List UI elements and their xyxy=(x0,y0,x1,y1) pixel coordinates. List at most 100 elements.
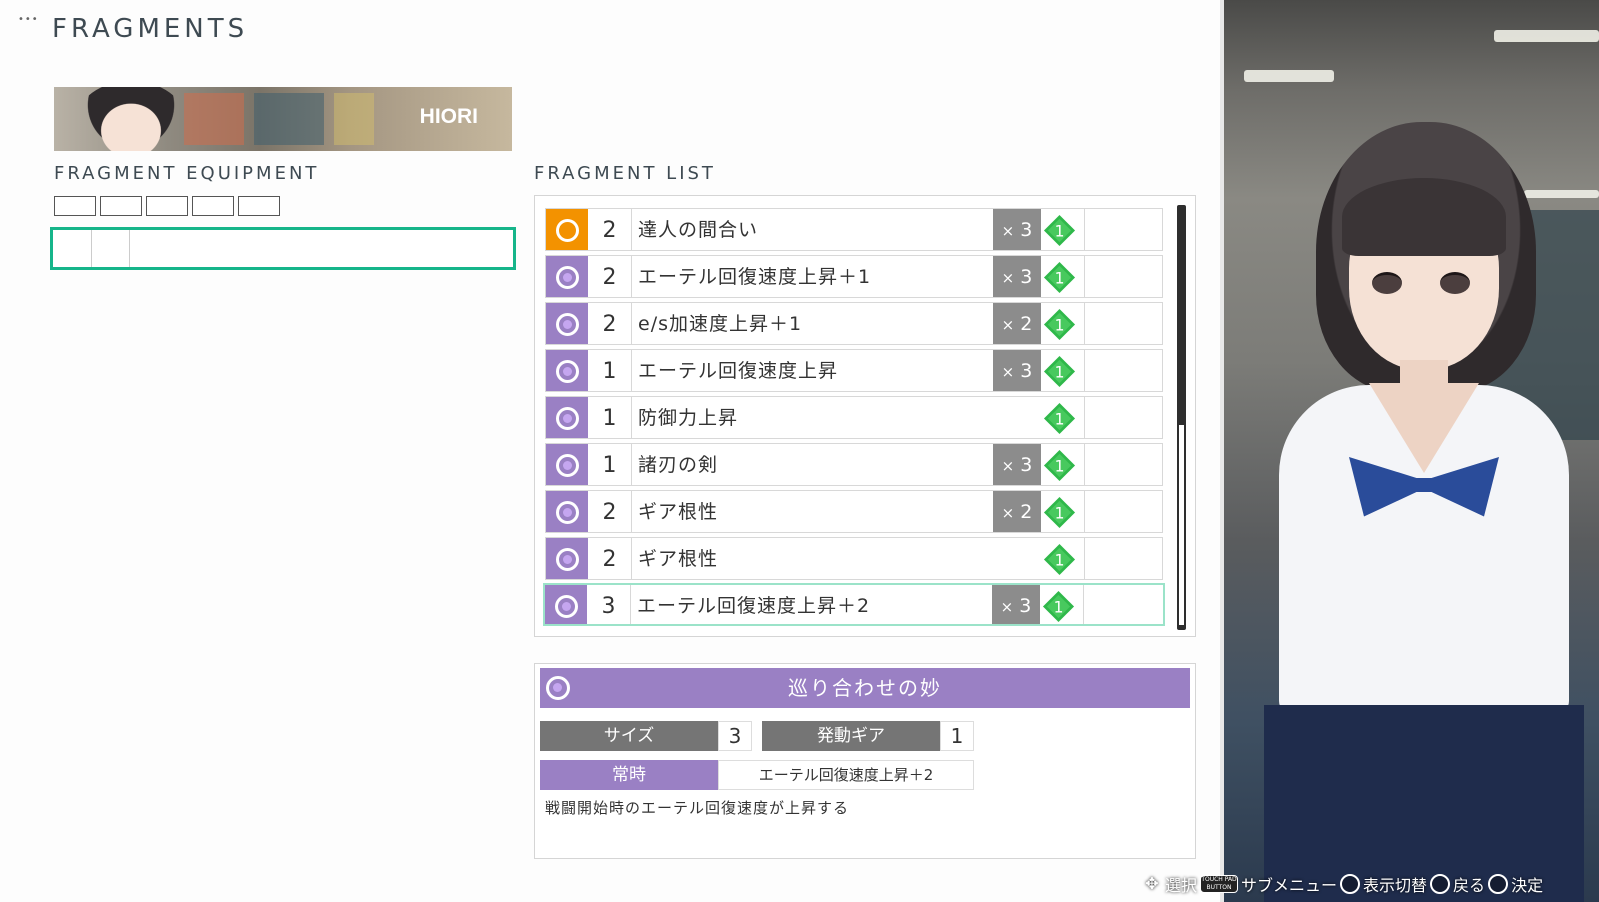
orange-ring-icon xyxy=(546,209,588,250)
gear-level-icon: 1 xyxy=(1043,449,1076,482)
character-bangs xyxy=(1342,178,1506,256)
svg-text:1: 1 xyxy=(1055,457,1065,475)
purple-ring-icon xyxy=(546,538,588,579)
fragment-count: × 3 xyxy=(993,444,1041,485)
ceiling-light xyxy=(1494,30,1599,42)
fragment-description: 戦闘開始時のエーテル回復速度が上昇する xyxy=(545,799,850,817)
fragment-name: エーテル回復速度上昇 xyxy=(638,360,839,382)
character-art xyxy=(1224,0,1599,902)
ceiling-light xyxy=(1524,190,1599,198)
fragment-size: 2 xyxy=(588,538,632,579)
effect-type-label: 常時 xyxy=(540,760,718,790)
fragment-size: 1 xyxy=(588,397,632,438)
svg-text:1: 1 xyxy=(1055,269,1065,287)
fragment-count: × 2 xyxy=(993,491,1041,532)
fragment-row[interactable]: 2 e/s加速度上昇＋1 × 2 1 xyxy=(545,302,1163,345)
equipment-slot xyxy=(54,196,96,216)
fragment-count: × 3 xyxy=(993,209,1041,250)
hint-submenu: サブメニュー xyxy=(1241,876,1338,895)
banner-background xyxy=(184,93,244,145)
row-divider xyxy=(1084,209,1085,250)
fragment-row[interactable]: 2 達人の間合い × 3 1 xyxy=(545,208,1163,251)
fragment-name: 達人の間合い xyxy=(638,219,759,241)
fragment-size: 2 xyxy=(588,209,632,250)
fragment-row[interactable]: 2 ギア根性 1 xyxy=(545,537,1163,580)
banner-background xyxy=(334,93,374,145)
button-hints: ✥ 選択 TOUCH PAD BUTTON サブメニュー 表示切替 戻る 決定 xyxy=(1142,872,1543,896)
fragment-row[interactable]: 1 エーテル回復速度上昇 × 3 1 xyxy=(545,349,1163,392)
character-eye xyxy=(1440,272,1470,294)
slot-divider xyxy=(91,230,92,267)
fragment-size: 1 xyxy=(588,444,632,485)
slot-divider xyxy=(129,230,130,267)
detail-title: 巡り合わせの妙 xyxy=(788,676,942,700)
list-scrollbar[interactable] xyxy=(1177,205,1186,630)
row-divider xyxy=(1084,303,1085,344)
svg-text:1: 1 xyxy=(1055,504,1065,522)
fragment-count: × 3 xyxy=(993,350,1041,391)
svg-text:1: 1 xyxy=(1055,410,1065,428)
purple-ring-icon xyxy=(545,585,587,624)
page-title: FRAGMENTS xyxy=(52,14,249,44)
row-divider xyxy=(1084,397,1085,438)
fragment-count: × 3 xyxy=(993,256,1041,297)
purple-ring-icon xyxy=(546,256,588,297)
fragment-size: 3 xyxy=(587,585,631,624)
purple-ring-icon xyxy=(546,303,588,344)
gear-level-icon: 1 xyxy=(1043,355,1076,388)
equipment-slot xyxy=(100,196,142,216)
svg-text:1: 1 xyxy=(1055,551,1065,569)
svg-text:1: 1 xyxy=(1055,363,1065,381)
fragment-name: 防御力上昇 xyxy=(638,407,739,429)
square-button-icon xyxy=(1340,874,1361,894)
detail-header: 巡り合わせの妙 xyxy=(540,668,1190,708)
hint-back: 戻る xyxy=(1453,876,1486,895)
row-divider xyxy=(1084,256,1085,297)
gear-level-icon: 1 xyxy=(1043,402,1076,435)
fragment-name: ギア根性 xyxy=(638,548,719,570)
equipped-fragment-slot[interactable] xyxy=(50,227,516,270)
menu-dots-icon: ••• xyxy=(18,14,39,25)
fragment-row[interactable]: 1 諸刃の剣 × 3 1 xyxy=(545,443,1163,486)
banner-background xyxy=(254,93,324,145)
activation-gear-label: 発動ギア xyxy=(762,721,940,751)
equipment-slot xyxy=(192,196,234,216)
purple-ring-icon xyxy=(546,491,588,532)
fragment-list-label: FRAGMENT LIST xyxy=(534,163,716,184)
fragment-name: ギア根性 xyxy=(638,501,719,523)
size-label: サイズ xyxy=(540,721,718,751)
character-eye xyxy=(1372,272,1402,294)
svg-text:1: 1 xyxy=(1055,222,1065,240)
gear-level-icon: 1 xyxy=(1043,543,1076,576)
gear-level-icon: 1 xyxy=(1043,308,1076,341)
fragment-equipment-label: FRAGMENT EQUIPMENT xyxy=(54,163,320,184)
fragment-size: 2 xyxy=(588,491,632,532)
hint-toggle-display: 表示切替 xyxy=(1363,876,1428,895)
gear-level-icon: 1 xyxy=(1043,214,1076,247)
row-divider xyxy=(1084,444,1085,485)
effect-value: エーテル回復速度上昇＋2 xyxy=(718,760,974,790)
ceiling-light xyxy=(1244,70,1334,82)
fragment-row[interactable]: 2 ギア根性 × 2 1 xyxy=(545,490,1163,533)
equipment-slot xyxy=(146,196,188,216)
fragment-name: エーテル回復速度上昇＋1 xyxy=(638,266,872,288)
svg-text:1: 1 xyxy=(1055,316,1065,334)
touchpad-icon: TOUCH PAD BUTTON xyxy=(1200,875,1239,893)
size-value: 3 xyxy=(718,721,752,751)
activation-gear-value: 1 xyxy=(940,721,974,751)
fragment-size: 1 xyxy=(588,350,632,391)
purple-ring-icon xyxy=(546,397,588,438)
fragment-row[interactable]: 2 エーテル回復速度上昇＋1 × 3 1 xyxy=(545,255,1163,298)
fragment-row-selected[interactable]: 3 エーテル回復速度上昇＋2 × 3 1 xyxy=(543,583,1165,626)
fragment-row[interactable]: 1 防御力上昇 1 xyxy=(545,396,1163,439)
svg-text:1: 1 xyxy=(1054,598,1064,616)
equipment-slot xyxy=(238,196,280,216)
character-banner[interactable]: HIORI xyxy=(54,87,512,151)
row-divider xyxy=(1084,538,1085,579)
scrollbar-thumb[interactable] xyxy=(1179,425,1184,625)
gear-level-icon: 1 xyxy=(1043,496,1076,529)
row-divider xyxy=(1083,585,1084,624)
fragment-size: 2 xyxy=(588,256,632,297)
dpad-icon: ✥ xyxy=(1145,874,1159,893)
character-portrait xyxy=(76,87,186,151)
